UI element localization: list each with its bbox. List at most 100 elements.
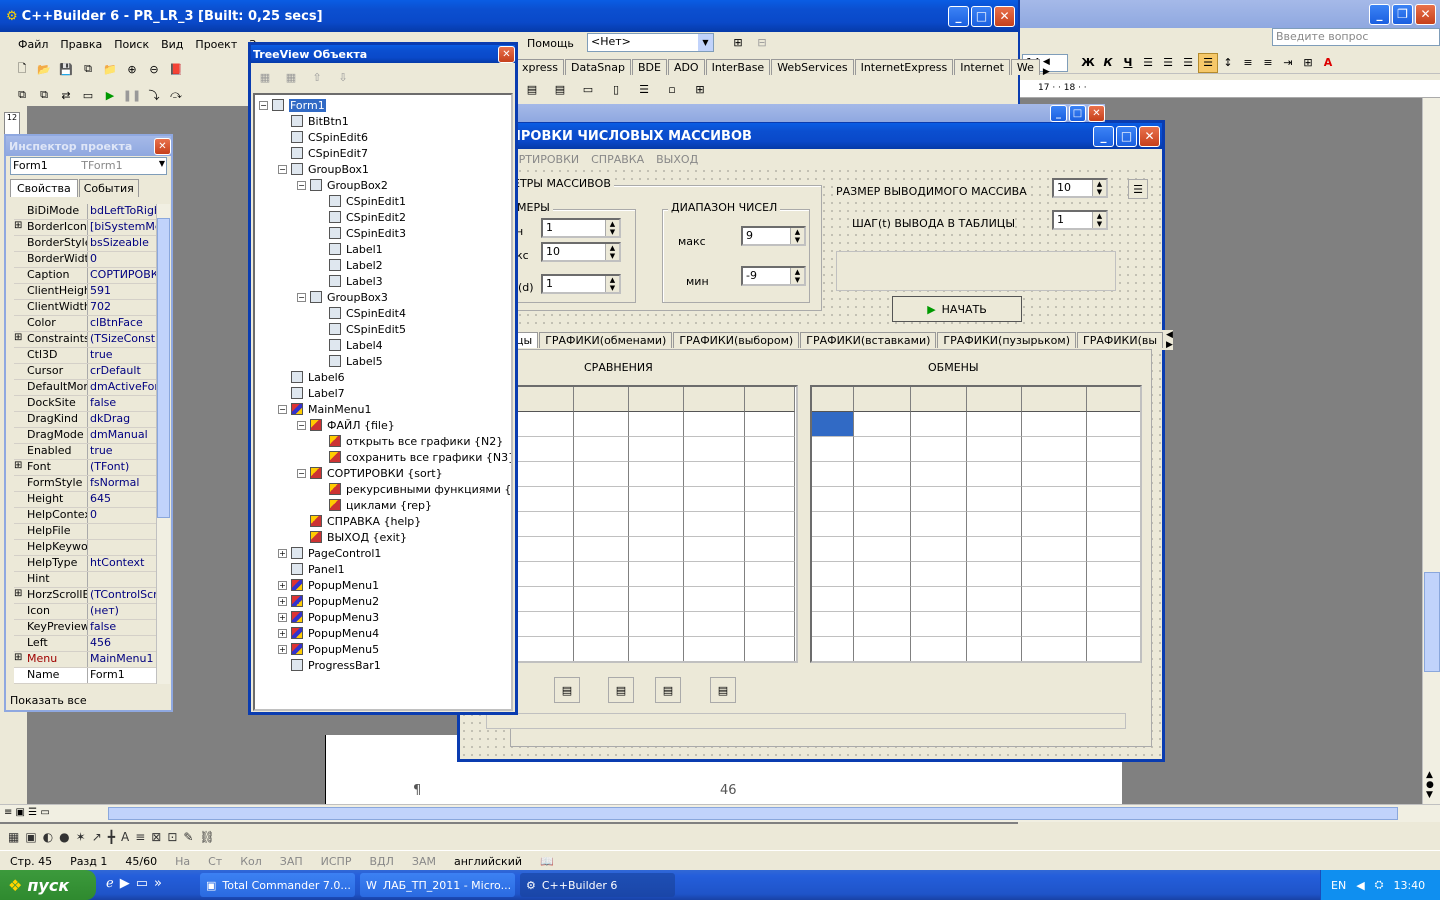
- debug-desktop-icon[interactable]: ⊟: [752, 32, 772, 52]
- grid-cell[interactable]: [574, 462, 629, 487]
- grid-cell[interactable]: [518, 462, 574, 487]
- property-value[interactable]: 702: [87, 300, 157, 315]
- grid-cell[interactable]: [629, 537, 684, 562]
- open-icon[interactable]: 📂: [34, 59, 54, 79]
- grid-cell[interactable]: [629, 412, 684, 437]
- property-value[interactable]: false: [87, 396, 157, 411]
- tree-node[interactable]: − GroupBox1: [278, 161, 369, 177]
- expand-icon[interactable]: +: [278, 548, 287, 558]
- save-chart-button-icon[interactable]: ▤: [655, 677, 681, 703]
- close-icon[interactable]: ✕: [1139, 125, 1160, 147]
- grid-cell[interactable]: [1087, 512, 1140, 537]
- tree-node[interactable]: CSpinEdit4: [316, 305, 406, 321]
- property-row[interactable]: BorderWidth0: [14, 252, 157, 268]
- grid-cell[interactable]: [684, 587, 745, 612]
- tab-graphs-bubble[interactable]: ГРАФИКИ(пузырьком): [937, 332, 1076, 348]
- property-value[interactable]: [biSystemMenu: [87, 220, 157, 235]
- start-button[interactable]: ❖ пуск: [0, 870, 96, 900]
- property-row[interactable]: Color clBtnFace: [14, 316, 157, 332]
- open-project-icon[interactable]: 📁: [100, 59, 120, 79]
- close-icon[interactable]: ✕: [994, 5, 1015, 27]
- show-desktop-icon[interactable]: ▭: [136, 876, 148, 891]
- grid-cell[interactable]: [684, 562, 745, 587]
- property-row[interactable]: ⊞BorderIcons[biSystemMenu: [14, 220, 157, 236]
- tab-internetexpress[interactable]: InternetExpress: [854, 58, 954, 75]
- grid-cell[interactable]: [629, 387, 684, 412]
- word-ask-box[interactable]: Введите вопрос: [1272, 28, 1440, 46]
- grid-cell[interactable]: [518, 562, 574, 587]
- grid-cell[interactable]: [1087, 437, 1140, 462]
- property-row[interactable]: ⊞ Menu MainMenu1: [14, 652, 157, 668]
- tree-node[interactable]: Label4: [316, 337, 383, 353]
- grid-cell[interactable]: [1087, 612, 1140, 637]
- property-row[interactable]: ClientHeight591: [14, 284, 157, 300]
- grid-cell[interactable]: [911, 462, 967, 487]
- minimize-icon[interactable]: _: [1050, 104, 1067, 122]
- grid-cell[interactable]: [745, 462, 795, 487]
- grid-cell[interactable]: [967, 562, 1022, 587]
- property-row[interactable]: Height 645: [14, 492, 157, 508]
- property-row[interactable]: HelpType htContext: [14, 556, 157, 572]
- menu-search[interactable]: Поиск: [114, 38, 149, 51]
- spin-edit-max[interactable]: 9 ▲ ▼: [741, 226, 806, 246]
- grid-cell[interactable]: [574, 412, 629, 437]
- grid-cell[interactable]: [1022, 512, 1087, 537]
- expand-icon[interactable]: +: [278, 644, 287, 654]
- tree-node[interactable]: CSpinEdit1: [316, 193, 406, 209]
- grid-cell[interactable]: [518, 387, 574, 412]
- menu-project[interactable]: Проект: [195, 38, 237, 51]
- property-value[interactable]: [87, 540, 157, 555]
- grid-cell[interactable]: [854, 387, 911, 412]
- restore-icon[interactable]: ❐: [1392, 3, 1413, 25]
- border-icon[interactable]: ⊞: [1298, 53, 1318, 73]
- grid-cell[interactable]: [967, 612, 1022, 637]
- menu-file[interactable]: Файл: [18, 38, 48, 51]
- trace-into-icon[interactable]: ⤵: [144, 85, 164, 105]
- arrow-up-icon[interactable]: ⇧: [307, 67, 327, 87]
- word-hscroll[interactable]: ≡ ▣ ☰ ▭: [0, 804, 1440, 822]
- property-value[interactable]: [87, 572, 157, 587]
- grid-cell[interactable]: [1087, 412, 1140, 437]
- grid-cell[interactable]: [1022, 412, 1087, 437]
- grid-cell[interactable]: [854, 512, 911, 537]
- spin-arrows-icon[interactable]: ▲ ▼: [790, 228, 804, 244]
- close-icon[interactable]: ✕: [1415, 3, 1436, 25]
- show-all-label[interactable]: Показать все: [10, 694, 87, 707]
- grid-cell[interactable]: [574, 437, 629, 462]
- collapse-icon[interactable]: −: [297, 180, 306, 190]
- grid-cell[interactable]: [854, 637, 911, 661]
- justify-icon[interactable]: ☰: [1198, 52, 1218, 73]
- tab-ado[interactable]: ADO: [667, 58, 705, 75]
- chevron-down-icon[interactable]: ▼: [698, 34, 713, 51]
- property-value[interactable]: fsNormal: [87, 476, 157, 491]
- component-icon[interactable]: ▯: [606, 79, 626, 99]
- grid-cell[interactable]: [967, 587, 1022, 612]
- property-row[interactable]: Enabled true: [14, 444, 157, 460]
- tree-node[interactable]: Label5: [316, 353, 383, 369]
- tree-node[interactable]: рекурсивными функциями {rec}: [316, 481, 511, 497]
- line-icon[interactable]: ╋: [108, 830, 115, 844]
- grid-cell[interactable]: [1087, 387, 1140, 412]
- delete-icon[interactable]: ▦: [255, 67, 275, 87]
- tree-node[interactable]: − GroupBox2: [297, 177, 388, 193]
- save-chart-button-icon[interactable]: ▤: [710, 677, 736, 703]
- spin-edit-2[interactable]: 10 ▲ ▼: [541, 242, 621, 262]
- grid-cell[interactable]: [812, 562, 854, 587]
- maximize-icon[interactable]: □: [971, 5, 992, 27]
- menu-edit[interactable]: Правка: [60, 38, 102, 51]
- tree-node[interactable]: Label6: [278, 369, 345, 385]
- minimize-icon[interactable]: _: [1369, 3, 1390, 25]
- close-icon[interactable]: ✕: [498, 45, 515, 63]
- grid-cell[interactable]: [684, 537, 745, 562]
- new-form-icon[interactable]: ▭: [78, 85, 98, 105]
- spin-output-step[interactable]: 1 ▲ ▼: [1052, 210, 1108, 230]
- grid-cell[interactable]: [574, 587, 629, 612]
- text-icon[interactable]: A: [121, 830, 129, 844]
- underline-icon[interactable]: Ч: [1118, 53, 1138, 73]
- property-row[interactable]: Left 456: [14, 636, 157, 652]
- property-row[interactable]: Name Form1: [14, 668, 157, 684]
- tree-node[interactable]: Panel1: [278, 561, 345, 577]
- grid-cell[interactable]: [967, 412, 1022, 437]
- grid-cell[interactable]: [967, 387, 1022, 412]
- task-word[interactable]: W ЛАБ_ТП_2011 - Micro...: [360, 873, 515, 897]
